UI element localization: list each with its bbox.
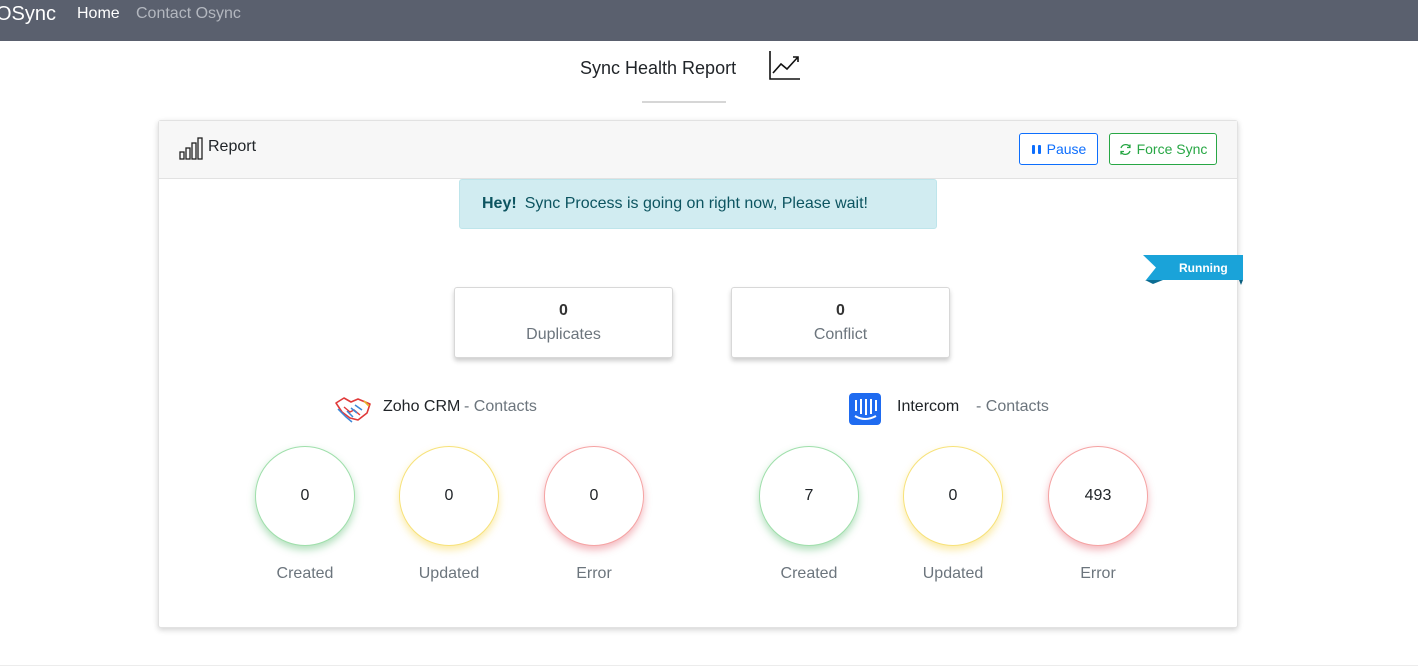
pause-button-label: Pause xyxy=(1046,141,1087,157)
title-divider xyxy=(642,101,726,103)
zoho-updated-label: Updated xyxy=(418,565,480,582)
duplicates-label: Duplicates xyxy=(526,326,601,343)
conflict-count: 0 xyxy=(836,302,845,319)
conflict-label: Conflict xyxy=(813,326,868,343)
nav-link-home[interactable]: Home xyxy=(77,5,120,23)
page-title: Sync Health Report xyxy=(580,58,737,78)
sync-progress-alert: Hey! Sync Process is going on right now,… xyxy=(459,179,937,229)
zoho-created-label: Created xyxy=(276,565,334,582)
intercom-module: - Contacts xyxy=(976,398,1049,415)
status-ribbon-label: Running xyxy=(1179,261,1228,275)
nav-link-contact[interactable]: Contact Osync xyxy=(136,5,241,23)
intercom-logo-icon xyxy=(849,393,881,425)
trending-up-icon xyxy=(769,51,800,80)
zoho-updated-count: 0 xyxy=(399,446,499,546)
alert-heading: Hey! xyxy=(482,195,517,212)
bar-chart-icon xyxy=(179,137,203,160)
conflict-stat: 0 Conflict xyxy=(731,287,950,358)
duplicates-stat: 0 Duplicates xyxy=(454,287,673,358)
intercom-name: Intercom xyxy=(897,398,960,415)
top-navbar: OSync Home Contact Osync xyxy=(0,0,1418,41)
report-header-label: Report xyxy=(208,138,257,155)
zoho-crm-name: Zoho CRM xyxy=(383,398,461,415)
report-card: Report Pause Force Sync Hey! Sync Proces… xyxy=(158,120,1243,628)
intercom-updated-count: 0 xyxy=(903,446,1003,546)
intercom-error-count: 493 xyxy=(1048,446,1148,546)
pause-icon xyxy=(1031,144,1041,154)
status-ribbon: Running xyxy=(1143,255,1243,285)
report-card-header: Report Pause Force Sync xyxy=(159,121,1237,179)
duplicates-count: 0 xyxy=(559,302,568,319)
zoho-created-count: 0 xyxy=(255,446,355,546)
intercom-created-count: 7 xyxy=(759,446,859,546)
intercom-created-label: Created xyxy=(780,565,838,582)
intercom-error-label: Error xyxy=(1080,565,1116,582)
zoho-crm-module: - Contacts xyxy=(464,398,537,415)
zoho-error-count: 0 xyxy=(544,446,644,546)
intercom-updated-label: Updated xyxy=(922,565,984,582)
brand-logo[interactable]: OSync xyxy=(0,3,56,26)
zoho-error-label: Error xyxy=(576,565,612,582)
force-sync-button-label: Force Sync xyxy=(1136,141,1208,157)
force-sync-button[interactable]: Force Sync xyxy=(1109,133,1217,165)
handshake-icon xyxy=(335,397,371,423)
pause-button[interactable]: Pause xyxy=(1019,133,1098,165)
refresh-icon xyxy=(1119,143,1131,155)
footer-divider xyxy=(0,665,1418,666)
alert-message: Sync Process is going on right now, Plea… xyxy=(524,195,868,212)
